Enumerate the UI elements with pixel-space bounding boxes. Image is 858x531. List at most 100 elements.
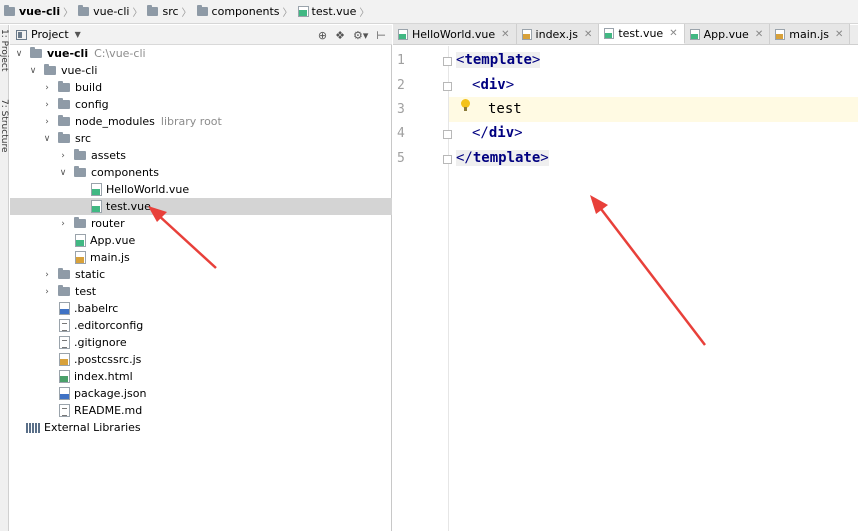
breadcrumb-item-src[interactable]: src 〉 bbox=[147, 0, 196, 24]
tree-item-vue-cli[interactable]: ∨ vue-cli bbox=[10, 62, 392, 79]
chevron-right-icon[interactable]: › bbox=[42, 100, 52, 110]
tree-item-node-modules[interactable]: › node_modules library root bbox=[10, 113, 392, 130]
close-icon[interactable]: ✕ bbox=[755, 29, 763, 40]
tree-item-label: README.md bbox=[74, 404, 143, 417]
tree-item-gitignore[interactable]: .gitignore bbox=[10, 334, 392, 351]
tool-tab-project[interactable]: 1: Project bbox=[0, 29, 9, 71]
chevron-right-icon[interactable]: › bbox=[42, 270, 52, 280]
fold-marker-icon[interactable] bbox=[443, 57, 452, 66]
folder-icon bbox=[44, 64, 56, 75]
editor-gutter[interactable]: 1 2 3 4 5 bbox=[393, 46, 452, 531]
gear-icon[interactable]: ⚙▾ bbox=[353, 29, 368, 42]
fold-marker-icon[interactable] bbox=[443, 155, 452, 164]
breadcrumb-item-root[interactable]: vue-cli 〉 bbox=[4, 0, 78, 24]
split-icon[interactable]: ❖ bbox=[335, 29, 345, 42]
breadcrumb-label: components bbox=[211, 5, 280, 18]
tab-index-js[interactable]: index.js ✕ bbox=[516, 24, 600, 44]
tree-item-label: main.js bbox=[90, 251, 130, 264]
target-icon[interactable]: ⊕ bbox=[318, 29, 327, 42]
project-tree: ∨ vue-cli C:\vue-cli ∨ vue-cli › build ›… bbox=[10, 45, 392, 531]
tree-item-test[interactable]: › test bbox=[10, 283, 392, 300]
tree-item-label: .gitignore bbox=[74, 336, 127, 349]
collapse-icon[interactable]: ⊢ bbox=[376, 29, 386, 42]
breadcrumb-item-components[interactable]: components 〉 bbox=[196, 0, 298, 24]
chevron-right-icon[interactable]: › bbox=[58, 151, 68, 161]
folder-icon bbox=[58, 98, 70, 109]
tree-item-index-html[interactable]: index.html bbox=[10, 368, 392, 385]
chevron-right-icon[interactable]: › bbox=[42, 117, 52, 127]
fold-marker-icon[interactable] bbox=[443, 82, 452, 91]
tree-item-label: test bbox=[75, 285, 97, 298]
tree-item-router[interactable]: › router bbox=[10, 215, 392, 232]
breadcrumb-item-file[interactable]: test.vue 〉 bbox=[297, 0, 375, 24]
tab-label: HelloWorld.vue bbox=[412, 27, 496, 41]
tree-item-babelrc[interactable]: .babelrc bbox=[10, 300, 392, 317]
tree-item-assets[interactable]: › assets bbox=[10, 147, 392, 164]
library-icon bbox=[26, 422, 40, 433]
tree-item-src[interactable]: ∨ src bbox=[10, 130, 392, 147]
chevron-right-icon: 〉 bbox=[282, 8, 293, 19]
close-icon[interactable]: ✕ bbox=[835, 29, 843, 40]
line-number: 4 bbox=[397, 126, 405, 141]
breadcrumb-label: test.vue bbox=[311, 5, 357, 18]
tree-item-label: test.vue bbox=[106, 200, 151, 213]
tree-item-label: router bbox=[91, 217, 125, 230]
js-file-icon bbox=[775, 28, 786, 40]
project-icon bbox=[16, 29, 27, 40]
tree-item-label: vue-cli bbox=[47, 47, 89, 60]
breadcrumb-label: src bbox=[162, 5, 179, 18]
chevron-down-icon[interactable]: ∨ bbox=[14, 49, 24, 59]
text-file-icon bbox=[59, 336, 70, 349]
line-number: 2 bbox=[397, 78, 405, 93]
folder-icon bbox=[4, 5, 15, 16]
breadcrumb-item-project[interactable]: vue-cli 〉 bbox=[78, 0, 147, 24]
chevron-down-icon[interactable]: ∨ bbox=[28, 66, 38, 76]
folder-icon bbox=[78, 5, 90, 16]
tab-app-vue[interactable]: App.vue ✕ bbox=[684, 24, 771, 44]
tree-item-config[interactable]: › config bbox=[10, 96, 392, 113]
markdown-file-icon bbox=[59, 404, 70, 417]
js-file-icon bbox=[59, 353, 70, 366]
tree-item-app-vue[interactable]: App.vue bbox=[10, 232, 392, 249]
chevron-right-icon[interactable]: › bbox=[42, 83, 52, 93]
tree-item-static[interactable]: › static bbox=[10, 266, 392, 283]
lightbulb-icon[interactable] bbox=[461, 99, 470, 111]
tree-item-label: .babelrc bbox=[74, 302, 119, 315]
chevron-right-icon[interactable]: › bbox=[58, 219, 68, 229]
tree-item-helloworld-vue[interactable]: HelloWorld.vue bbox=[10, 181, 392, 198]
folder-icon bbox=[58, 132, 70, 143]
js-file-icon bbox=[521, 28, 532, 40]
chevron-right-icon[interactable]: › bbox=[42, 287, 52, 297]
vue-file-icon bbox=[91, 183, 102, 196]
tab-main-js[interactable]: main.js ✕ bbox=[770, 24, 851, 44]
tree-item-readme-md[interactable]: README.md bbox=[10, 402, 392, 419]
chevron-right-icon: 〉 bbox=[63, 8, 74, 19]
fold-marker-icon[interactable] bbox=[443, 130, 452, 139]
tree-item-postcssrc-js[interactable]: .postcssrc.js bbox=[10, 351, 392, 368]
tool-tab-structure[interactable]: 7: Structure bbox=[0, 99, 9, 153]
close-icon[interactable]: ✕ bbox=[584, 29, 592, 40]
close-icon[interactable]: ✕ bbox=[501, 29, 509, 40]
tree-item-build[interactable]: › build bbox=[10, 79, 392, 96]
tree-item-package-json[interactable]: package.json bbox=[10, 385, 392, 402]
chevron-down-icon[interactable]: ∨ bbox=[42, 134, 52, 144]
tree-item-external-libraries[interactable]: External Libraries bbox=[10, 419, 392, 436]
tree-item-root[interactable]: ∨ vue-cli C:\vue-cli bbox=[10, 45, 392, 62]
html-file-icon bbox=[59, 370, 70, 383]
code-line-3: test bbox=[488, 101, 522, 117]
code-line-5: </template> bbox=[456, 150, 549, 166]
chevron-down-icon[interactable]: ∨ bbox=[58, 168, 68, 178]
tree-item-label: static bbox=[75, 268, 106, 281]
text-file-icon bbox=[59, 319, 70, 332]
tab-helloworld-vue[interactable]: HelloWorld.vue ✕ bbox=[393, 24, 517, 44]
tree-item-main-js[interactable]: main.js bbox=[10, 249, 392, 266]
close-icon[interactable]: ✕ bbox=[669, 28, 677, 39]
tree-item-test-vue[interactable]: test.vue bbox=[10, 198, 392, 215]
tree-item-label: components bbox=[91, 166, 159, 179]
tree-item-components[interactable]: ∨ components bbox=[10, 164, 392, 181]
chevron-down-icon[interactable]: ▼ bbox=[75, 30, 81, 39]
tree-item-editorconfig[interactable]: .editorconfig bbox=[10, 317, 392, 334]
project-panel-title[interactable]: Project bbox=[31, 28, 69, 41]
folder-icon bbox=[58, 81, 70, 92]
tab-test-vue[interactable]: test.vue ✕ bbox=[599, 24, 685, 44]
